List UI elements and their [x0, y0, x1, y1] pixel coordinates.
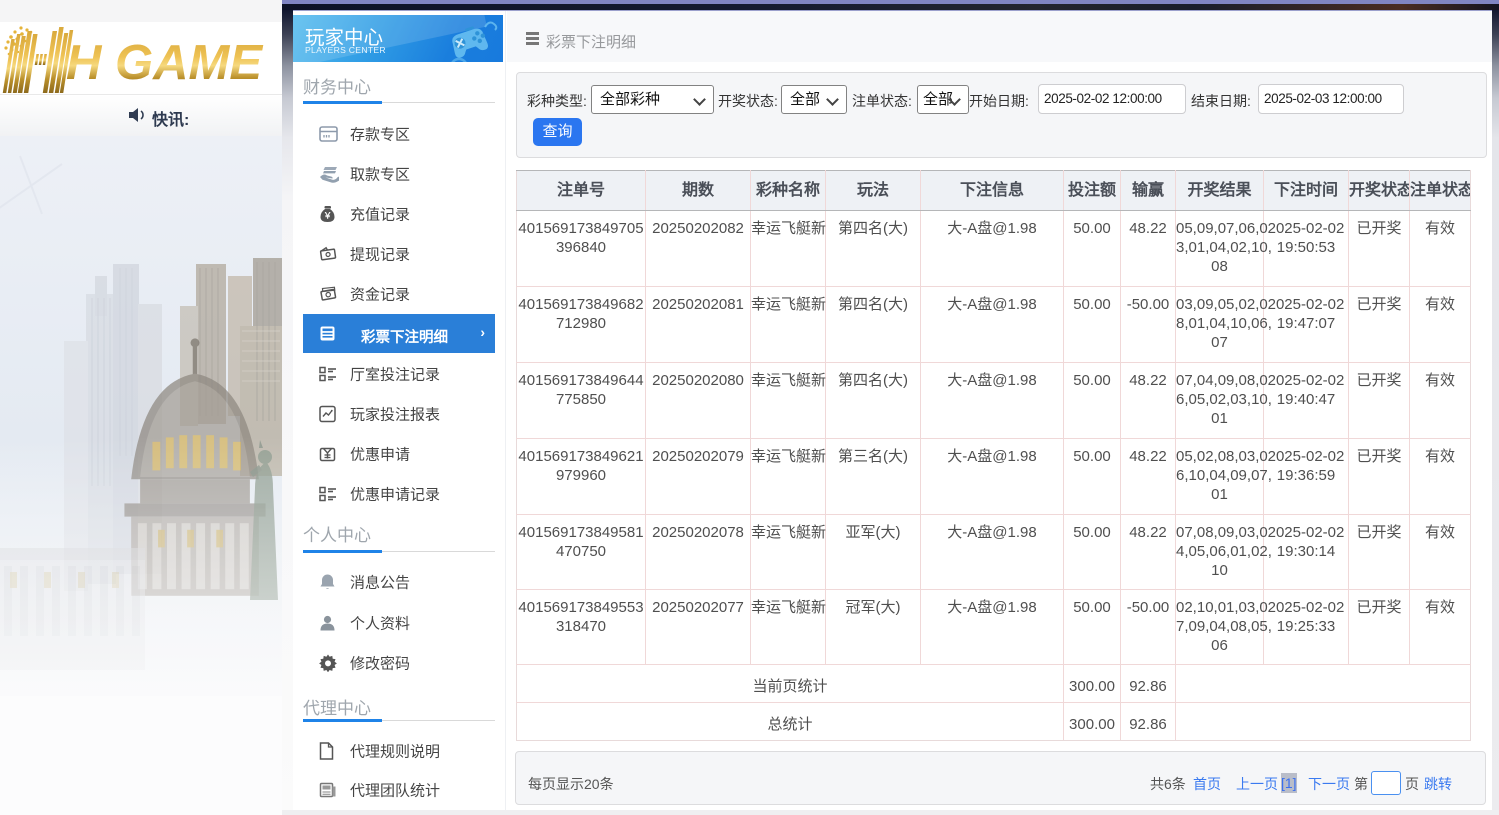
- svg-text:H GAME: H GAME: [66, 36, 263, 90]
- svg-text:￥: ￥: [323, 211, 332, 221]
